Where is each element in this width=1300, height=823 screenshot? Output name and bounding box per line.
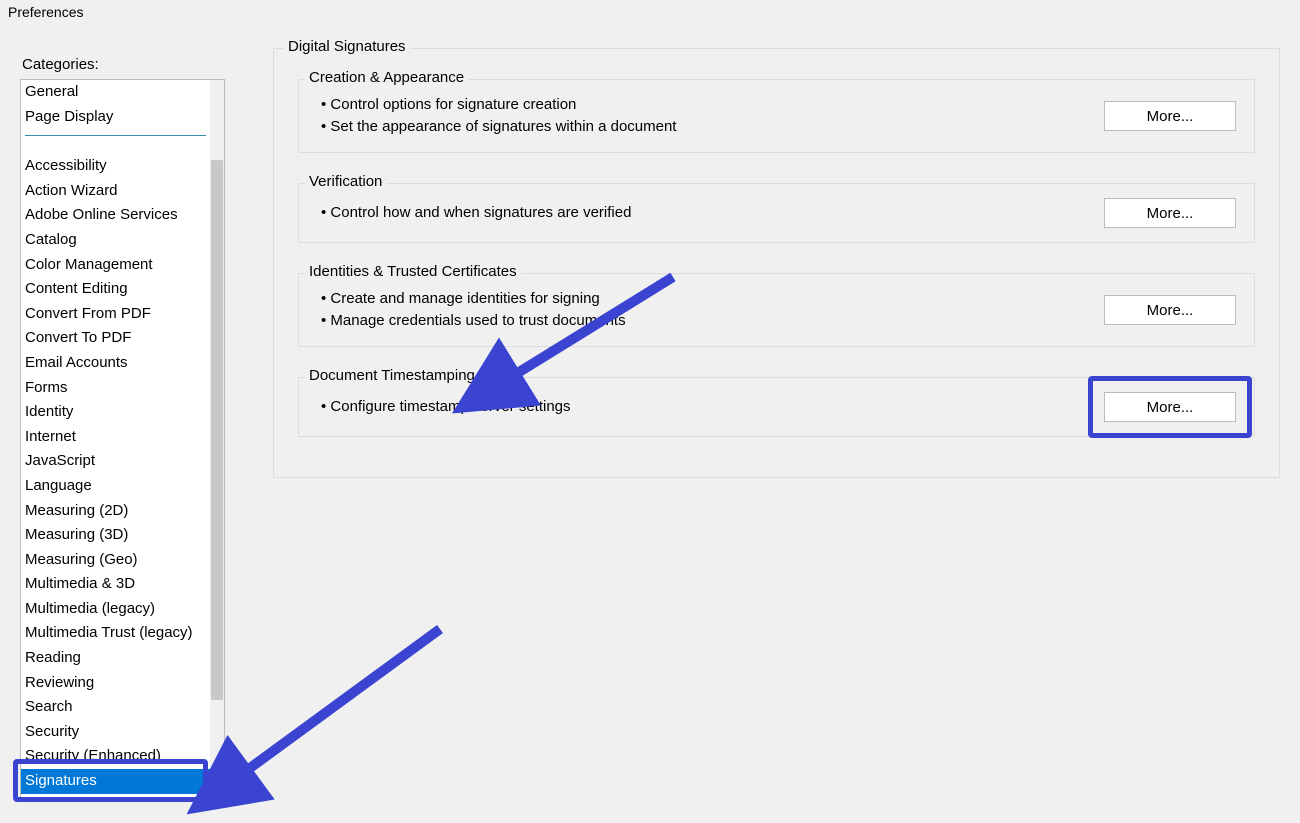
category-item-signatures[interactable]: Signatures <box>21 769 210 794</box>
categories-column: Categories: GeneralPage Display Accessibi… <box>20 34 225 799</box>
window-title: Preferences <box>0 0 1300 24</box>
bullet-text: • Manage credentials used to trust docum… <box>321 310 626 332</box>
category-divider <box>25 135 206 136</box>
category-item-catalog[interactable]: Catalog <box>21 228 210 253</box>
category-item-identity[interactable]: Identity <box>21 400 210 425</box>
group-legend: Creation & Appearance <box>305 69 468 86</box>
categories-label: Categories: <box>22 56 225 73</box>
group-identities-trusted-certificates: Identities & Trusted Certificates• Creat… <box>298 273 1255 347</box>
group-document-timestamping: Document Timestamping• Configure timesta… <box>298 377 1255 437</box>
category-item-measuring-geo-[interactable]: Measuring (Geo) <box>21 548 210 573</box>
group-bullets: • Create and manage identities for signi… <box>321 288 626 332</box>
category-item-reading[interactable]: Reading <box>21 646 210 671</box>
category-item-multimedia-3d[interactable]: Multimedia & 3D <box>21 572 210 597</box>
group-bullets: • Configure timestamp server settings <box>321 396 571 418</box>
category-item-email-accounts[interactable]: Email Accounts <box>21 351 210 376</box>
category-item-convert-from-pdf[interactable]: Convert From PDF <box>21 302 210 327</box>
group-bullets: • Control how and when signatures are ve… <box>321 202 631 224</box>
group-verification: Verification• Control how and when signa… <box>298 183 1255 243</box>
category-item-forms[interactable]: Forms <box>21 376 210 401</box>
category-item-action-wizard[interactable]: Action Wizard <box>21 179 210 204</box>
more-button[interactable]: More... <box>1104 295 1236 325</box>
more-button[interactable]: More... <box>1104 392 1236 422</box>
category-item-accessibility[interactable]: Accessibility <box>21 154 210 179</box>
category-item-security[interactable]: Security <box>21 720 210 745</box>
category-item-page-display[interactable]: Page Display <box>21 105 210 130</box>
category-item-reviewing[interactable]: Reviewing <box>21 671 210 696</box>
scrollbar[interactable] <box>210 80 224 798</box>
category-item-convert-to-pdf[interactable]: Convert To PDF <box>21 326 210 351</box>
category-item-javascript[interactable]: JavaScript <box>21 449 210 474</box>
fieldset-legend: Digital Signatures <box>284 38 410 55</box>
group-creation-appearance: Creation & Appearance• Control options f… <box>298 79 1255 153</box>
category-item-general[interactable]: General <box>21 80 210 105</box>
categories-listbox[interactable]: GeneralPage Display AccessibilityAction W… <box>20 79 225 799</box>
category-item-multimedia-trust-legacy-[interactable]: Multimedia Trust (legacy) <box>21 621 210 646</box>
category-item-measuring-2d-[interactable]: Measuring (2D) <box>21 499 210 524</box>
group-legend: Document Timestamping <box>305 367 479 384</box>
category-item-language[interactable]: Language <box>21 474 210 499</box>
settings-panel: Digital Signatures Creation & Appearance… <box>225 34 1280 799</box>
category-item-security-enhanced-[interactable]: Security (Enhanced) <box>21 744 210 769</box>
bullet-text: • Control how and when signatures are ve… <box>321 202 631 224</box>
group-legend: Identities & Trusted Certificates <box>305 263 521 280</box>
scrollbar-thumb[interactable] <box>211 160 223 700</box>
bullet-text: • Set the appearance of signatures withi… <box>321 116 676 138</box>
category-item-internet[interactable]: Internet <box>21 425 210 450</box>
more-button[interactable]: More... <box>1104 198 1236 228</box>
preferences-body: Categories: GeneralPage Display Accessibi… <box>0 24 1300 799</box>
group-bullets: • Control options for signature creation… <box>321 94 676 138</box>
category-item-color-management[interactable]: Color Management <box>21 253 210 278</box>
category-item-content-editing[interactable]: Content Editing <box>21 277 210 302</box>
category-item-adobe-online-services[interactable]: Adobe Online Services <box>21 203 210 228</box>
more-button[interactable]: More... <box>1104 101 1236 131</box>
group-legend: Verification <box>305 173 386 190</box>
category-item-search[interactable]: Search <box>21 695 210 720</box>
category-item-measuring-3d-[interactable]: Measuring (3D) <box>21 523 210 548</box>
category-item-spelling[interactable]: Spelling <box>21 794 210 798</box>
bullet-text: • Configure timestamp server settings <box>321 396 571 418</box>
bullet-text: • Control options for signature creation <box>321 94 676 116</box>
category-item-multimedia-legacy-[interactable]: Multimedia (legacy) <box>21 597 210 622</box>
digital-signatures-fieldset: Digital Signatures Creation & Appearance… <box>273 48 1280 478</box>
bullet-text: • Create and manage identities for signi… <box>321 288 626 310</box>
